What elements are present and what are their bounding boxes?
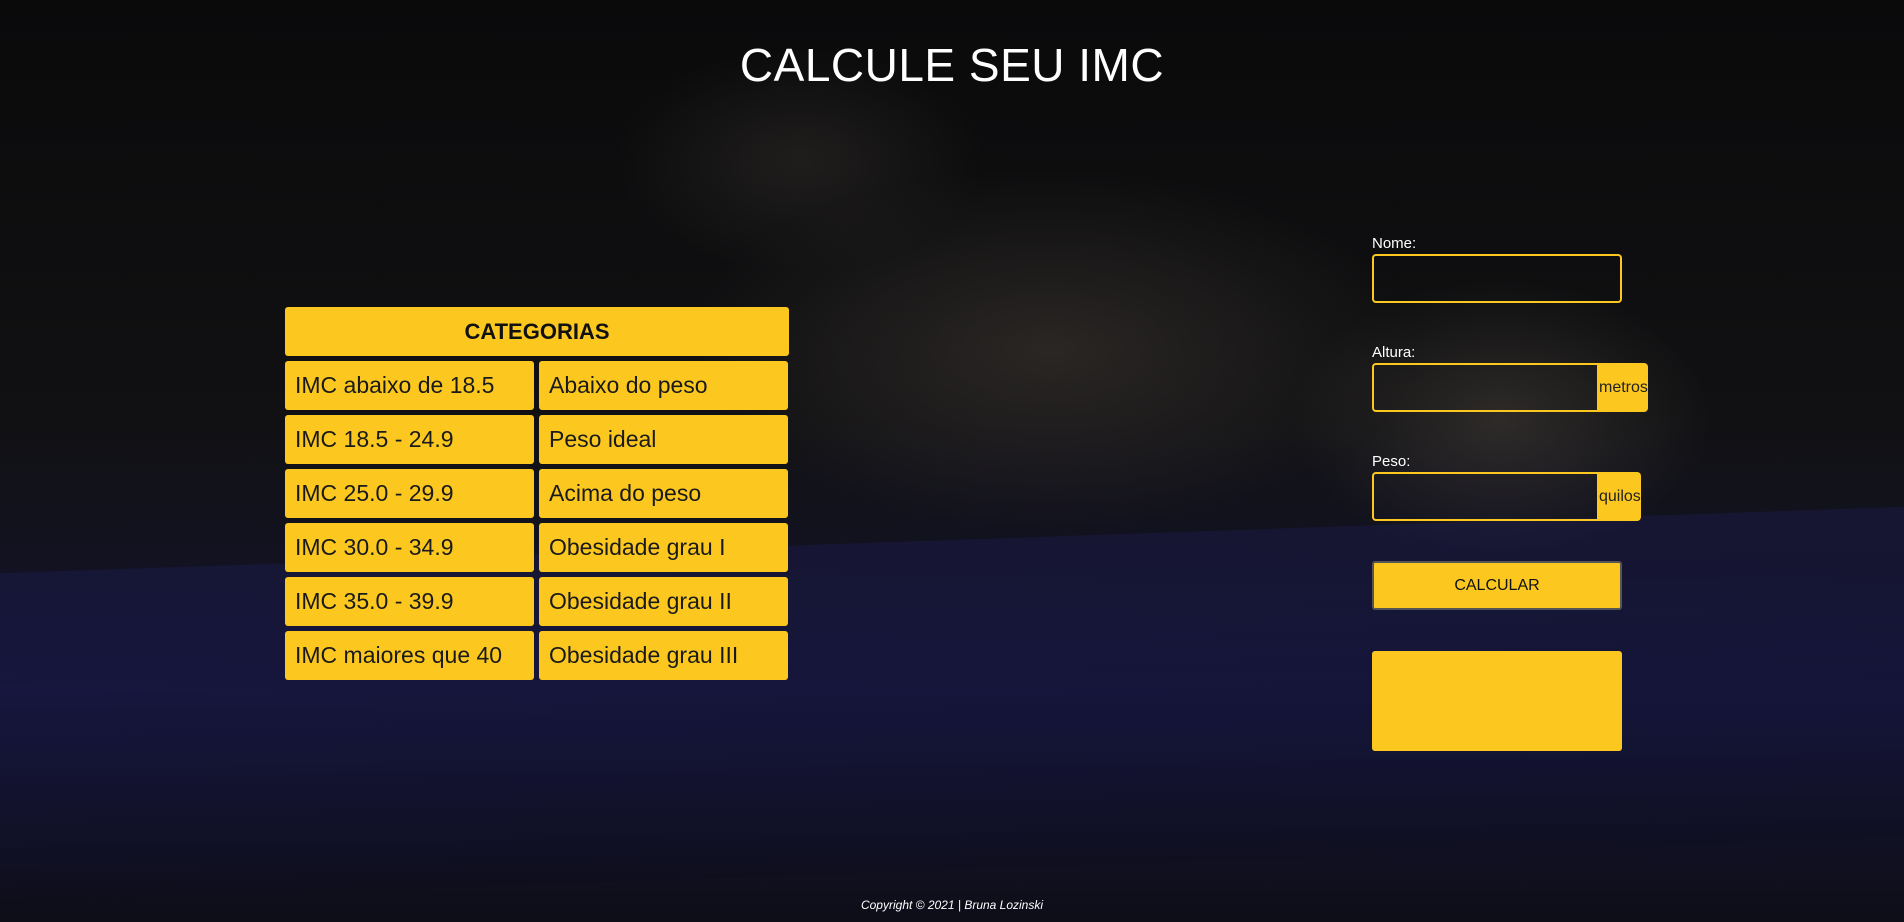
- category-range: IMC 18.5 - 24.9: [285, 415, 534, 464]
- category-label: Peso ideal: [539, 415, 788, 464]
- calcular-button[interactable]: CALCULAR: [1372, 561, 1622, 610]
- altura-label: Altura:: [1372, 344, 1416, 361]
- category-label: Acima do peso: [539, 469, 788, 518]
- category-range: IMC 35.0 - 39.9: [285, 577, 534, 626]
- altura-input[interactable]: [1372, 363, 1599, 412]
- nome-label: Nome:: [1372, 235, 1417, 252]
- category-range: IMC 25.0 - 29.9: [285, 469, 534, 518]
- category-label: Abaixo do peso: [539, 361, 788, 410]
- peso-input[interactable]: [1372, 472, 1599, 521]
- peso-field-wrap: quilos: [1372, 472, 1641, 521]
- nome-field-wrap: [1372, 254, 1622, 303]
- table-row: IMC 35.0 - 39.9 Obesidade grau II: [285, 577, 789, 626]
- table-row: IMC maiores que 40 Obesidade grau III: [285, 631, 789, 680]
- peso-label: Peso:: [1372, 453, 1411, 470]
- category-range: IMC 30.0 - 34.9: [285, 523, 534, 572]
- table-row: IMC 18.5 - 24.9 Peso ideal: [285, 415, 789, 464]
- nome-input[interactable]: [1372, 254, 1622, 303]
- category-label: Obesidade grau III: [539, 631, 788, 680]
- category-range: IMC maiores que 40: [285, 631, 534, 680]
- categories-table: CATEGORIAS IMC abaixo de 18.5 Abaixo do …: [285, 307, 789, 685]
- page-title: CALCULE SEU IMC: [739, 39, 1165, 91]
- imc-form: Nome: Altura: metros Peso: quilos CALCUL…: [1372, 234, 1648, 751]
- altura-unit: metros: [1599, 363, 1648, 412]
- categories-header: CATEGORIAS: [285, 307, 789, 356]
- peso-unit: quilos: [1599, 472, 1641, 521]
- table-row: IMC 25.0 - 29.9 Acima do peso: [285, 469, 789, 518]
- table-row: IMC abaixo de 18.5 Abaixo do peso: [285, 361, 789, 410]
- table-row: IMC 30.0 - 34.9 Obesidade grau I: [285, 523, 789, 572]
- footer-copyright: Copyright © 2021 | Bruna Lozinski: [860, 898, 1044, 912]
- result-box: [1372, 651, 1622, 751]
- category-label: Obesidade grau II: [539, 577, 788, 626]
- category-range: IMC abaixo de 18.5: [285, 361, 534, 410]
- altura-field-wrap: metros: [1372, 363, 1648, 412]
- category-label: Obesidade grau I: [539, 523, 788, 572]
